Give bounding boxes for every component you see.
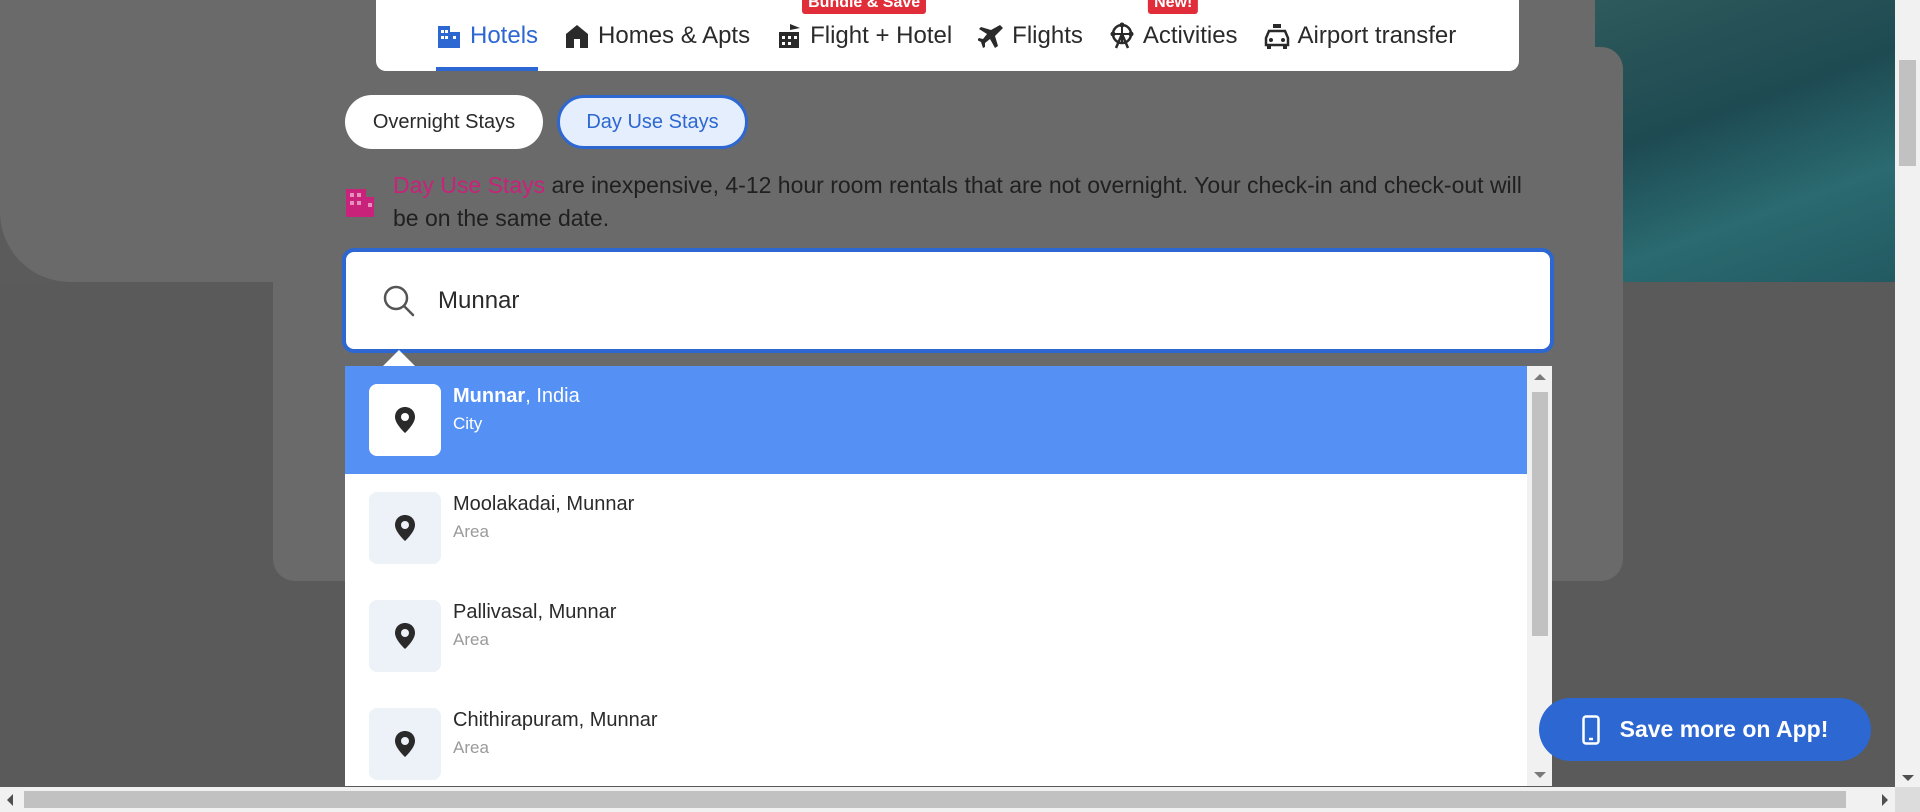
suggestion-name-city: Munnar bbox=[566, 492, 635, 515]
day-use-stays-button[interactable]: Day Use Stays bbox=[557, 95, 748, 149]
tab-label: Airport transfer bbox=[1297, 21, 1457, 49]
hero-sea-image bbox=[1595, 0, 1895, 282]
overnight-stays-button[interactable]: Overnight Stays bbox=[345, 95, 543, 149]
suggestion-type: Area bbox=[453, 737, 489, 757]
day-use-info: Day Use Stays are inexpensive, 4-12 hour… bbox=[345, 169, 1545, 235]
location-pin-icon bbox=[369, 492, 441, 564]
page-horizontal-scrollbar[interactable] bbox=[0, 787, 1895, 812]
day-use-highlight: Day Use Stays bbox=[393, 172, 546, 198]
suggestion-item[interactable]: Chithirapuram, Munnar Area bbox=[345, 690, 1552, 786]
suggestion-name-area: Moolakadai bbox=[453, 492, 556, 515]
dropdown-pointer bbox=[383, 350, 415, 366]
save-more-on-app-button[interactable]: Save more on App! bbox=[1539, 698, 1871, 761]
suggestion-title: Moolakadai, Munnar bbox=[453, 492, 635, 515]
suggestion-type: City bbox=[453, 413, 483, 433]
tab-label: Flights bbox=[1012, 21, 1083, 49]
suggestion-title: Pallivasal, Munnar bbox=[453, 600, 617, 623]
suggestion-name-bold: Munnar bbox=[453, 384, 526, 407]
tab-label: Flight + Hotel bbox=[810, 21, 953, 49]
tab-airport-transfer[interactable]: Airport transfer bbox=[1264, 0, 1457, 71]
suggestion-name-city: Munnar bbox=[589, 708, 658, 731]
suggestion-text: Munnar, India City bbox=[453, 385, 580, 434]
bundle-badge: Bundle & Save bbox=[802, 0, 927, 14]
tab-flight-hotel[interactable]: Bundle & Save Flight + Hotel bbox=[776, 0, 952, 71]
suggestion-name-area: Chithirapuram bbox=[453, 708, 579, 731]
flight-hotel-icon bbox=[776, 22, 802, 50]
phone-icon bbox=[1581, 714, 1600, 745]
scroll-up-arrow[interactable] bbox=[1534, 374, 1546, 380]
suggestion-type: Area bbox=[453, 629, 489, 649]
day-use-hotel-icon bbox=[345, 183, 375, 219]
new-badge: New! bbox=[1148, 0, 1199, 14]
day-use-description: Day Use Stays are inexpensive, 4-12 hour… bbox=[393, 169, 1545, 235]
suggestion-item[interactable]: Munnar, India City bbox=[345, 366, 1552, 474]
tab-label: Activities bbox=[1142, 21, 1238, 49]
tab-hotels[interactable]: Hotels bbox=[436, 0, 539, 71]
scroll-thumb[interactable] bbox=[1899, 60, 1916, 166]
ferris-wheel-icon bbox=[1109, 22, 1135, 50]
tab-label: Hotels bbox=[470, 21, 539, 49]
scroll-right-arrow[interactable] bbox=[1882, 794, 1888, 806]
location-pin-icon bbox=[369, 600, 441, 672]
scroll-down-arrow[interactable] bbox=[1902, 775, 1914, 781]
suggestion-text: Pallivasal, Munnar Area bbox=[453, 601, 616, 650]
location-pin-icon bbox=[369, 384, 441, 456]
location-pin-icon bbox=[369, 708, 441, 780]
destination-search[interactable] bbox=[342, 248, 1554, 353]
suggestion-name-city: Munnar bbox=[548, 600, 617, 623]
page-vertical-scrollbar[interactable] bbox=[1895, 0, 1920, 787]
tab-activities[interactable]: New! Activities bbox=[1109, 0, 1238, 71]
day-use-text: are inexpensive, 4-12 hour room rentals … bbox=[393, 172, 1522, 231]
car-icon bbox=[1264, 22, 1290, 50]
suggestion-title: Chithirapuram, Munnar bbox=[453, 708, 658, 731]
product-tabs: Hotels Homes & Apts Bundle & Save Flight… bbox=[376, 0, 1519, 71]
suggestion-name-area: Pallivasal bbox=[453, 600, 538, 623]
tab-label: Homes & Apts bbox=[598, 21, 751, 49]
app-button-label: Save more on App! bbox=[1619, 716, 1829, 742]
suggestion-text: Chithirapuram, Munnar Area bbox=[453, 709, 658, 758]
suggestion-item[interactable]: Moolakadai, Munnar Area bbox=[345, 474, 1552, 582]
tab-homes-apts[interactable]: Homes & Apts bbox=[564, 0, 750, 71]
suggestion-type: Area bbox=[453, 521, 489, 541]
suggestions-dropdown: Munnar, India City Moolakadai, Munnar Ar… bbox=[345, 366, 1552, 786]
plane-icon bbox=[978, 22, 1004, 50]
scroll-down-arrow[interactable] bbox=[1534, 772, 1546, 778]
suggestion-name-rest: , India bbox=[525, 384, 580, 407]
scroll-left-arrow[interactable] bbox=[7, 794, 13, 806]
scroll-thumb[interactable] bbox=[24, 791, 1846, 808]
search-icon bbox=[382, 284, 416, 318]
scroll-thumb[interactable] bbox=[1532, 392, 1548, 636]
home-icon bbox=[564, 22, 590, 50]
suggestion-title: Munnar, India bbox=[453, 385, 580, 408]
scrollbar-corner bbox=[1895, 787, 1920, 812]
suggestion-item[interactable]: Pallivasal, Munnar Area bbox=[345, 582, 1552, 690]
search-input[interactable] bbox=[438, 286, 1438, 315]
tab-flights[interactable]: Flights bbox=[978, 0, 1083, 71]
hotel-icon bbox=[436, 22, 462, 50]
suggestion-text: Moolakadai, Munnar Area bbox=[453, 493, 634, 542]
